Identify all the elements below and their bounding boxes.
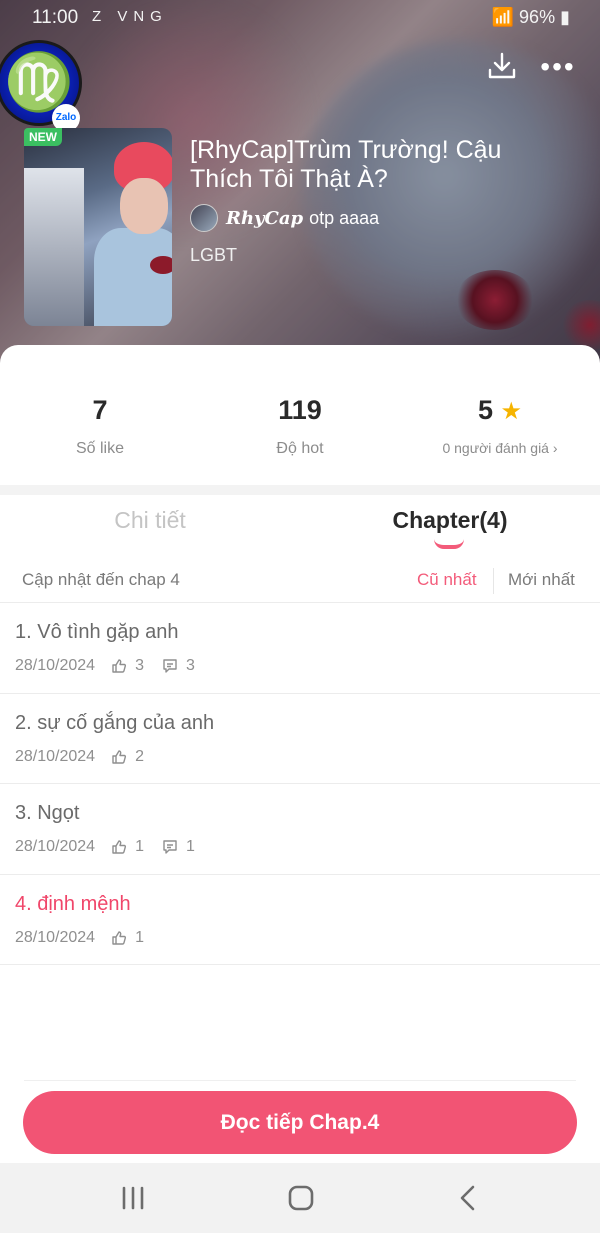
tab-details[interactable]: Chi tiết [0, 507, 300, 534]
comment-icon [163, 840, 177, 854]
cover-image [24, 128, 172, 326]
sort-newest-button[interactable]: Mới nhất [508, 570, 575, 590]
home-button[interactable] [281, 1181, 321, 1215]
download-icon [488, 52, 516, 79]
chapter-title: 4. định mệnh [15, 892, 131, 915]
comment-count: 3 [185, 657, 195, 674]
status-time: 11:00 [32, 7, 79, 28]
more-button[interactable]: ••• [538, 50, 578, 90]
divider [24, 1080, 576, 1081]
more-icon: ••• [540, 51, 576, 82]
chapter-date: 28/10/2024 [15, 747, 96, 765]
sort-bar: Cập nhật đến chap 4 Cũ nhất Mới nhất [0, 560, 600, 600]
stat-label: Độ hot [276, 440, 324, 457]
system-nav-bar [0, 1163, 600, 1233]
continue-reading-button[interactable]: Đọc tiếp Chap.4 [23, 1091, 577, 1154]
chapter-item[interactable]: 2. sự cố gắng của anh 28/10/2024 2 [0, 694, 600, 784]
sort-oldest-button[interactable]: Cũ nhất [417, 570, 477, 590]
chapter-list: 1. Vô tình gặp anh 28/10/2024 3 3 2. sự … [0, 603, 600, 965]
back-button[interactable] [449, 1181, 489, 1215]
avatar [190, 204, 218, 232]
chapter-date: 28/10/2024 [15, 657, 96, 674]
like-icon [112, 840, 127, 854]
download-button[interactable] [482, 50, 522, 90]
like-count: 1 [135, 838, 144, 855]
stat-value: 5 [477, 395, 493, 425]
recent-apps-button[interactable] [113, 1181, 153, 1215]
chapter-item[interactable]: 3. Ngọt 28/10/2024 1 1 [0, 784, 600, 875]
chapter-item-current[interactable]: 4. định mệnh 28/10/2024 1 [0, 875, 600, 965]
tab-bar: Chi tiết Chapter(4) [0, 495, 600, 555]
like-count: 2 [135, 747, 144, 765]
chapter-title: 3. Ngọt [15, 802, 80, 824]
like-icon [112, 930, 127, 945]
home-icon [288, 1185, 314, 1211]
chapter-item[interactable]: 1. Vô tình gặp anh 28/10/2024 3 3 [0, 603, 600, 694]
story-title: [RhyCap]Trùm Trường! Cậu Thích Tôi Thật … [190, 136, 502, 193]
battery-icon: ▮ [560, 7, 570, 27]
stat-label: 0 người đánh giá [442, 440, 549, 456]
chapter-title: 2. sự cố gắng của anh [15, 711, 215, 734]
stat-value: 7 [92, 395, 108, 425]
author-row[interactable]: RhyCap otp aaaa [190, 203, 379, 233]
back-icon [460, 1185, 475, 1211]
like-icon [112, 749, 127, 764]
like-icon [112, 659, 127, 673]
comment-icon [163, 659, 177, 673]
chapter-date: 28/10/2024 [15, 928, 96, 946]
status-app-icons: Z VNG [92, 8, 168, 25]
genre-tag[interactable]: LGBT [190, 245, 237, 266]
recent-apps-icon [122, 1186, 144, 1210]
stat-likes: 7 Số like [0, 395, 200, 458]
stat-value: 119 [278, 395, 322, 425]
battery-level: 96% [519, 7, 556, 27]
status-bar: 11:00 Z VNG 📶 96% ▮ [0, 0, 600, 36]
divider [493, 568, 494, 594]
stat-rating[interactable]: 5 ★ 0 người đánh giá › [400, 395, 600, 456]
author-name: RhyCap [226, 207, 304, 229]
stat-label: Số like [75, 440, 125, 457]
like-count: 3 [135, 657, 144, 674]
author-suffix: otp aaaa [309, 207, 380, 228]
update-status: Cập nhật đến chap 4 [22, 570, 180, 589]
divider [0, 485, 600, 495]
wifi-icon: 📶 [491, 7, 515, 27]
tab-indicator [434, 539, 464, 549]
chapter-date: 28/10/2024 [15, 838, 96, 855]
star-icon: ★ [500, 398, 523, 425]
stat-hot: 119 Độ hot [200, 395, 400, 458]
chapter-title: 1. Vô tình gặp anh [15, 621, 179, 643]
like-count: 1 [135, 928, 144, 946]
stats-panel: 7 Số like 119 Độ hot 5 ★ 0 người đánh gi… [0, 345, 600, 485]
new-badge: NEW [24, 128, 62, 146]
chevron-right-icon: › [552, 440, 558, 456]
status-right: 📶 96% ▮ [492, 7, 570, 28]
comment-count: 1 [185, 838, 195, 855]
tab-chapters[interactable]: Chapter(4) [300, 507, 600, 534]
